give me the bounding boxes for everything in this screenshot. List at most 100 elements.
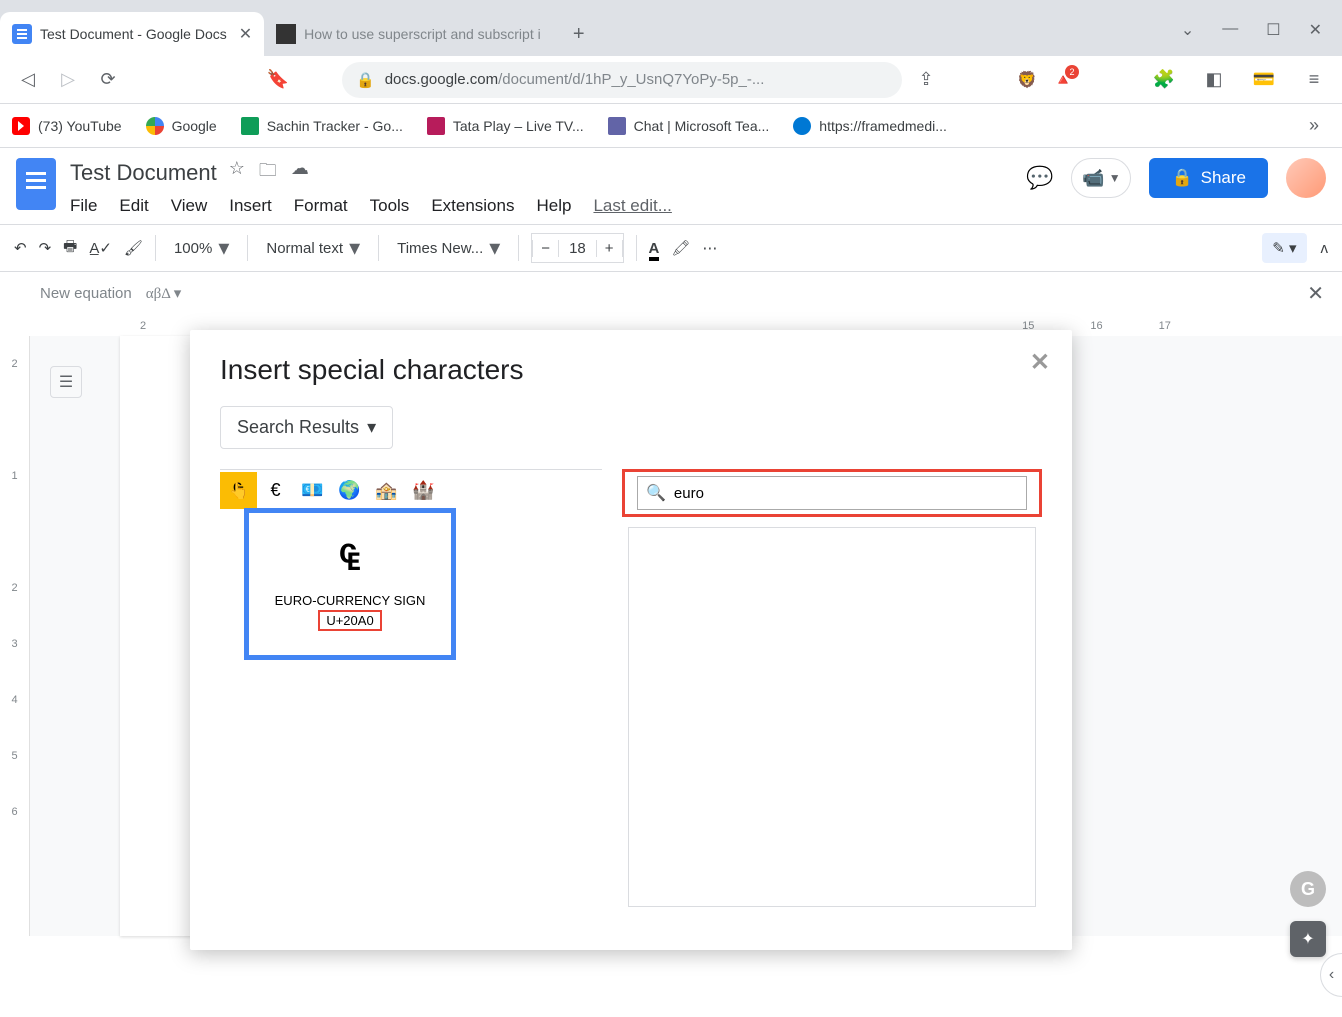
outline-toggle-button[interactable]: ☰ (50, 366, 82, 398)
extensions-icon[interactable]: 🧩 (1148, 64, 1180, 96)
draw-character-box[interactable] (628, 527, 1036, 907)
account-avatar[interactable] (1286, 158, 1326, 198)
char-post-office[interactable]: 🏤 (368, 472, 405, 509)
style-select[interactable]: Normal text▾ (260, 235, 366, 261)
menu-icon[interactable]: ≡ (1298, 64, 1330, 96)
site-favicon-icon (276, 24, 296, 44)
char-euro-sign[interactable]: € (257, 472, 294, 509)
new-equation-button[interactable]: New equation (40, 285, 132, 302)
search-box-highlight: 🔍 (622, 469, 1042, 517)
move-icon[interactable]: 🗀 (259, 158, 277, 188)
special-characters-dialog: ✕ Insert special characters Search Resul… (190, 330, 1072, 950)
editing-mode-button[interactable]: ✎ ▾ (1262, 233, 1306, 263)
menu-edit[interactable]: Edit (119, 196, 148, 216)
side-panel-toggle[interactable]: ‹ (1320, 953, 1342, 997)
increase-font-button[interactable]: + (596, 240, 623, 257)
bookmark-label: Tata Play – Live TV... (453, 118, 584, 134)
wallet-icon[interactable]: 💳 (1248, 64, 1280, 96)
brave-shields-icon[interactable]: 🦁 (1017, 70, 1037, 90)
cloud-icon[interactable]: ☁ (291, 158, 309, 188)
close-icon[interactable]: ✕ (239, 24, 252, 44)
tab-title: Test Document - Google Docs (40, 26, 227, 42)
more-button[interactable]: ⋯ (702, 239, 717, 257)
text-color-button[interactable]: A (649, 240, 660, 257)
toolbar: ↶ ↷ 🖶 A̲✓ 🖌 100%▾ Normal text▾ Times New… (0, 224, 1342, 272)
search-input[interactable] (674, 485, 1018, 502)
ruler-mark: 6 (11, 784, 17, 840)
star-icon[interactable]: ☆ (229, 158, 245, 188)
bookmark-sheets[interactable]: Sachin Tracker - Go... (241, 117, 403, 135)
collapse-toolbar-icon[interactable]: ʌ (1321, 240, 1329, 257)
share-url-icon[interactable]: ⇪ (910, 64, 942, 96)
redo-button[interactable]: ↷ (39, 239, 52, 257)
character-grid: ₠ 👆 € 💶 🌍 🏤 🏰 ₠ EURO-CURRENCY SIGN U+20A… (220, 469, 602, 907)
back-button[interactable]: ◁ (12, 64, 44, 96)
bookmark-page-icon[interactable]: 🔖 (262, 64, 294, 96)
url-bar: ◁ ▷ ⟳ 🔖 🔒 docs.google.com/document/d/1hP… (0, 56, 1342, 104)
forward-button[interactable]: ▷ (52, 64, 84, 96)
bookmarks-overflow-icon[interactable]: » (1298, 110, 1330, 142)
meet-button[interactable]: 📹 ▼ (1071, 158, 1131, 198)
highlight-button[interactable]: 🖍 (671, 239, 690, 257)
print-button[interactable]: 🖶 (63, 236, 77, 261)
tooltip-code: U+20A0 (318, 610, 381, 631)
minimize-button[interactable]: — (1222, 20, 1238, 40)
brave-rewards-icon[interactable]: 🔺2 (1053, 70, 1073, 90)
lock-icon: 🔒 (1171, 168, 1192, 188)
undo-button[interactable]: ↶ (14, 239, 27, 257)
bookmark-teams[interactable]: Chat | Microsoft Tea... (608, 117, 770, 135)
close-icon[interactable]: ✕ (1307, 281, 1324, 306)
maximize-button[interactable]: ☐ (1266, 20, 1280, 40)
chevron-down-icon: ▼ (1109, 171, 1121, 185)
reload-button[interactable]: ⟳ (92, 64, 124, 96)
bookmark-framedmedi[interactable]: https://framedmedi... (793, 117, 947, 135)
menu-insert[interactable]: Insert (229, 196, 272, 216)
close-button[interactable]: ✕ (1309, 20, 1322, 40)
paint-format-button[interactable]: 🖌 (124, 239, 143, 257)
menu-view[interactable]: View (171, 196, 208, 216)
char-castle[interactable]: 🏰 (405, 472, 442, 509)
bookmarks-bar: (73) YouTube Google Sachin Tracker - Go.… (0, 104, 1342, 148)
grammarly-icon[interactable]: G (1290, 871, 1326, 907)
char-banknote[interactable]: 💶 (294, 472, 331, 509)
tab-search-icon[interactable]: ⌄ (1181, 20, 1194, 40)
decrease-font-button[interactable]: − (532, 240, 559, 257)
close-icon[interactable]: ✕ (1030, 348, 1050, 377)
menu-help[interactable]: Help (536, 196, 571, 216)
sidepanel-icon[interactable]: ◧ (1198, 64, 1230, 96)
menu-file[interactable]: File (70, 196, 97, 216)
vertical-ruler[interactable]: 2 1 2 3 4 5 6 (0, 336, 30, 936)
spellcheck-button[interactable]: A̲✓ (89, 239, 112, 257)
ruler-mark: 1 (11, 448, 17, 504)
menu-format[interactable]: Format (294, 196, 348, 216)
docs-logo-icon[interactable] (16, 158, 56, 210)
zoom-select[interactable]: 100%▾ (168, 235, 235, 261)
tab-howto[interactable]: How to use superscript and subscript i (264, 12, 553, 56)
chevron-down-icon: ▾ (349, 235, 360, 261)
address-bar[interactable]: 🔒 docs.google.com/document/d/1hP_y_UsnQ7… (342, 62, 902, 98)
last-edit-link[interactable]: Last edit... (593, 196, 671, 216)
comments-icon[interactable]: 💬 (1026, 165, 1053, 191)
tataplay-icon (427, 117, 445, 135)
docs-header: Test Document ☆ 🗀 ☁ File Edit View Inser… (0, 148, 1342, 216)
docs-favicon-icon (12, 24, 32, 44)
category-select[interactable]: Search Results ▾ (220, 406, 393, 449)
tab-docs[interactable]: Test Document - Google Docs ✕ (0, 12, 264, 56)
equation-symbols[interactable]: αβΔ ▾ (146, 284, 182, 303)
menu-tools[interactable]: Tools (370, 196, 410, 216)
char-globe[interactable]: 🌍 (331, 472, 368, 509)
font-size-value[interactable]: 18 (559, 240, 596, 257)
menu-extensions[interactable]: Extensions (431, 196, 514, 216)
new-tab-button[interactable]: + (565, 20, 593, 48)
char-euro-currency[interactable]: ₠ 👆 (220, 472, 257, 509)
share-button[interactable]: 🔒 Share (1149, 158, 1268, 198)
bookmark-tataplay[interactable]: Tata Play – Live TV... (427, 117, 584, 135)
bookmark-google[interactable]: Google (146, 117, 217, 135)
document-title[interactable]: Test Document (70, 160, 217, 186)
ruler-mark: 5 (11, 728, 17, 784)
ruler-mark: 2 (140, 320, 146, 332)
font-select[interactable]: Times New...▾ (391, 235, 506, 261)
explore-button[interactable]: ✦ (1290, 921, 1326, 957)
share-label: Share (1201, 168, 1246, 188)
bookmark-youtube[interactable]: (73) YouTube (12, 117, 122, 135)
